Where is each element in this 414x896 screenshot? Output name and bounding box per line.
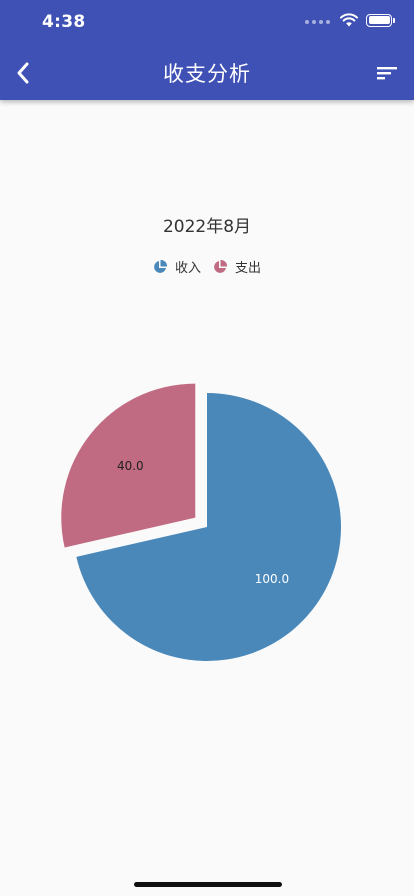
- pie-chart: 100.0 40.0: [61, 383, 342, 661]
- cellular-signal-icon: [305, 20, 330, 24]
- app-bar: 4:38 收支分析: [0, 0, 414, 100]
- pie-slice-icon: [154, 259, 167, 273]
- battery-icon: [366, 13, 395, 27]
- wifi-icon: [340, 13, 358, 27]
- home-indicator: [134, 882, 282, 887]
- pie-label-income: 100.0: [255, 572, 289, 586]
- status-indicators: [305, 13, 395, 27]
- pie-label-expense: 40.0: [117, 459, 144, 473]
- pie-slice-icon: [214, 259, 227, 273]
- sort-lines-icon: [377, 67, 397, 80]
- page-title: 收支分析: [163, 62, 251, 86]
- legend-item-expense[interactable]: 支出: [213, 257, 261, 276]
- legend-label-income: 收入: [174, 261, 201, 276]
- legend-item-income[interactable]: 收入: [153, 257, 201, 276]
- chart-legend: 收入 支出: [0, 257, 414, 276]
- status-time: 4:38: [42, 12, 86, 32]
- chart-title: 2022年8月: [162, 217, 252, 237]
- legend-label-expense: 支出: [235, 261, 262, 276]
- sort-button[interactable]: [370, 58, 404, 88]
